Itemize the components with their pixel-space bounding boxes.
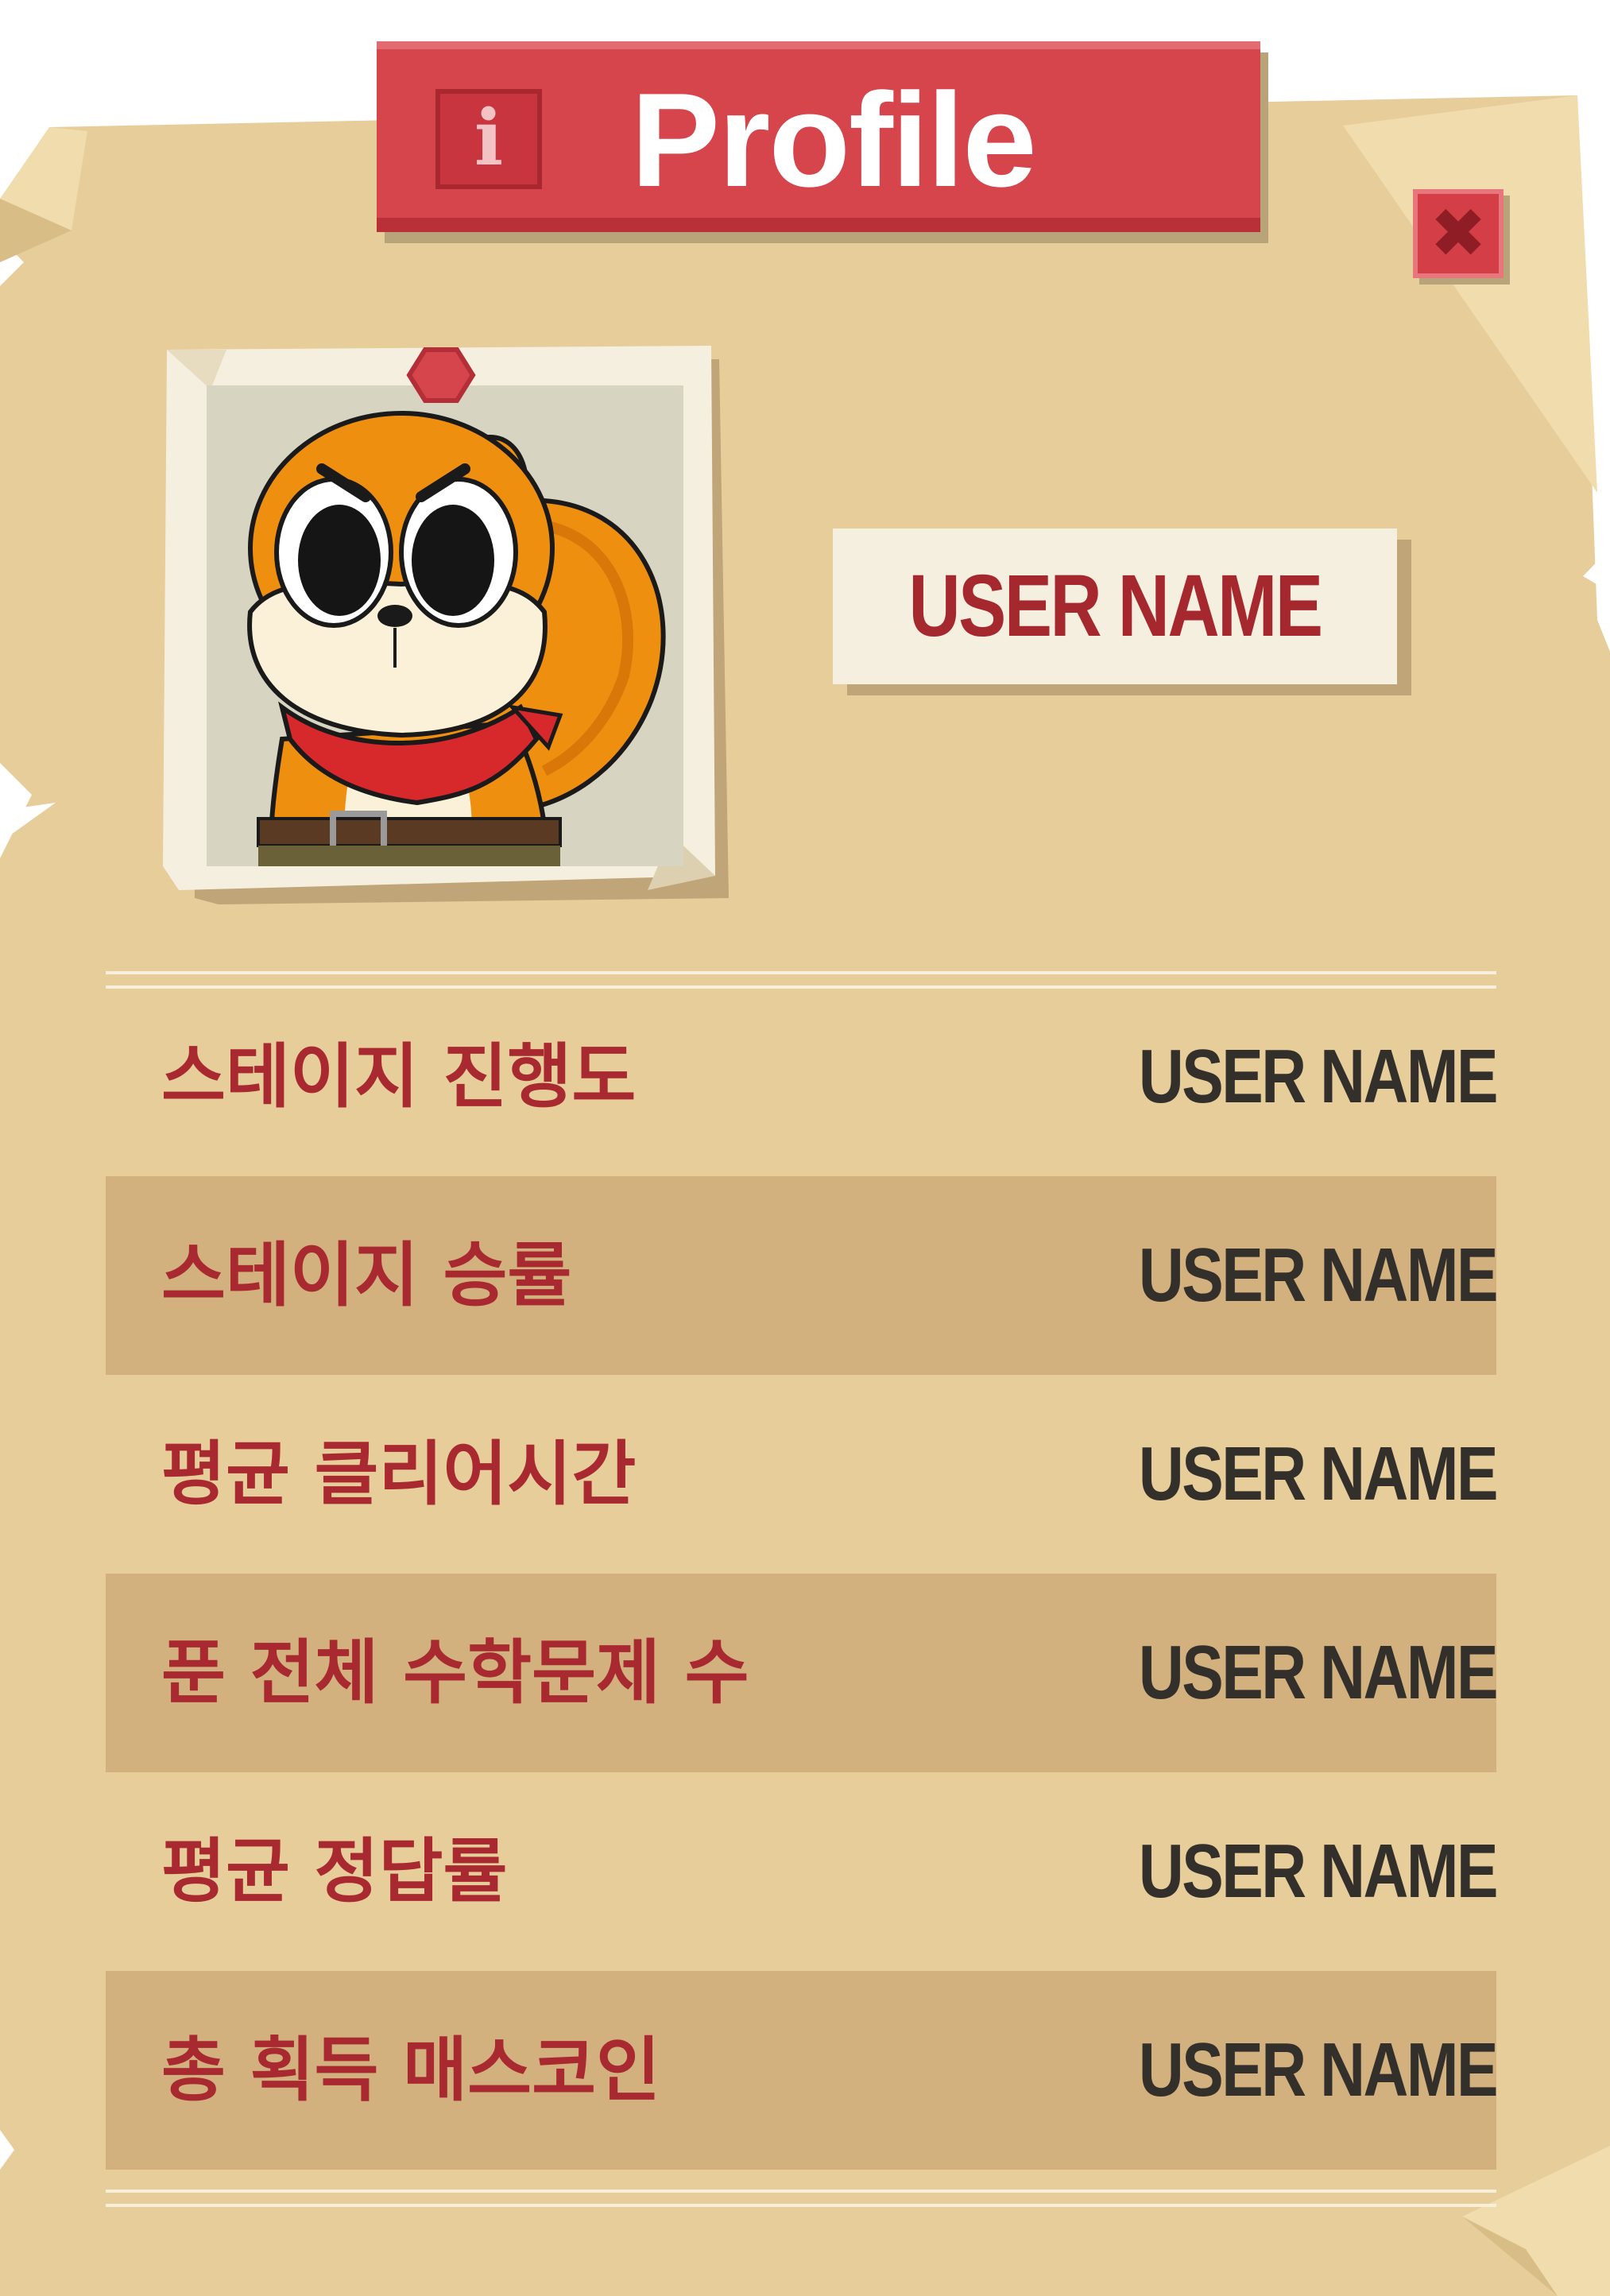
stat-label: 평균 정답률	[161, 1830, 508, 1912]
stat-label: 푼 전체 수학문제 수	[161, 1632, 749, 1713]
stat-label: 총 획득 매스코인	[161, 2029, 660, 2111]
stats-table: 스테이지 진행도 USER NAME 스테이지 승률 USER NAME 평균 …	[106, 978, 1499, 2170]
close-icon: ✖	[1429, 194, 1488, 273]
stat-value: USER NAME	[1138, 2027, 1499, 2112]
user-name: USER NAME	[908, 557, 1323, 655]
stat-value: USER NAME	[1138, 1630, 1499, 1715]
divider-bottom	[106, 2190, 1496, 2207]
stat-label: 스테이지 승률	[161, 1234, 572, 1316]
stat-value: USER NAME	[1138, 1829, 1499, 1914]
stat-row-avg-clear-time: 평균 클리어시간 USER NAME	[106, 1375, 1499, 1574]
stat-label: 평균 클리어시간	[161, 1433, 637, 1515]
user-name-plate: USER NAME	[833, 529, 1397, 684]
stat-row-avg-accuracy: 평균 정답률 USER NAME	[106, 1772, 1499, 1971]
title-banner: i Profile	[377, 41, 1260, 232]
stat-row-stage-progress: 스테이지 진행도 USER NAME	[106, 978, 1499, 1176]
stat-row-stage-win-rate: 스테이지 승률 USER NAME	[106, 1176, 1499, 1375]
info-icon: i	[435, 89, 542, 189]
stat-label: 스테이지 진행도	[161, 1036, 637, 1117]
stat-row-total-problems-solved: 푼 전체 수학문제 수 USER NAME	[106, 1574, 1499, 1772]
stat-value: USER NAME	[1138, 1233, 1499, 1318]
page-title: Profile	[631, 65, 1037, 215]
stat-value: USER NAME	[1138, 1034, 1499, 1119]
stat-value: USER NAME	[1138, 1431, 1499, 1516]
stat-row-total-coins: 총 획득 매스코인 USER NAME	[106, 1971, 1499, 2170]
pin-icon	[406, 347, 476, 403]
close-button[interactable]: ✖	[1413, 189, 1504, 278]
avatar-frame	[163, 342, 735, 914]
